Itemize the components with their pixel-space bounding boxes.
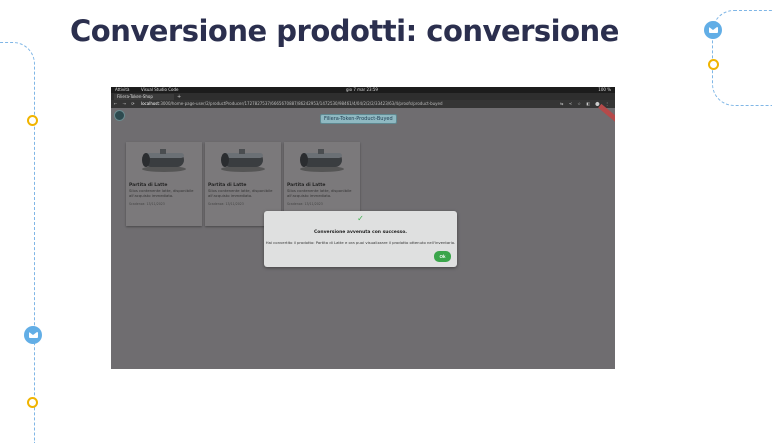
- app-logo-icon[interactable]: [114, 110, 125, 121]
- embedded-screenshot: Attività Visual Studio Code gio 7 mar 23…: [111, 87, 615, 369]
- ok-button[interactable]: Ok: [434, 251, 451, 262]
- left-dashed-line: [0, 42, 35, 443]
- ring-icon: [27, 397, 38, 408]
- slide-title: Conversione prodotti: conversione: [70, 14, 619, 48]
- card-description: Silos contenente latte, disponibile all'…: [208, 188, 273, 198]
- check-icon: ✓: [357, 214, 364, 223]
- app-viewport: Filiera-Token-Product-Buyed Partita di L…: [111, 103, 615, 369]
- silo-icon: [284, 142, 360, 178]
- product-card[interactable]: Partita di Latte Silos contenente latte,…: [126, 142, 202, 226]
- card-date: Scadenza: 13/11/2023: [208, 202, 244, 206]
- card-description: Silos contenente latte, disponibile all'…: [287, 188, 352, 198]
- url-field[interactable]: localhost:3000/home-page-user/2/productP…: [141, 100, 443, 108]
- url-path: :3000/home-page-user/2/productProducer/1…: [158, 101, 443, 106]
- browser-tab-bar: Filiera-Token-Shop +: [111, 93, 615, 100]
- mail-icon: [24, 326, 42, 344]
- card-date: Scadenza: 13/11/2023: [287, 202, 323, 206]
- url-host: localhost: [141, 101, 159, 106]
- silo-icon: [126, 142, 202, 178]
- success-dialog: ✓ Conversione avvenuta con successo. Hai…: [264, 211, 457, 267]
- ring-icon: [27, 115, 38, 126]
- app-header-title: Filiera-Token-Product-Buyed: [320, 114, 397, 124]
- right-dashed-line: [712, 10, 772, 106]
- card-description: Silos contenente latte, disponibile all'…: [129, 188, 194, 198]
- card-date: Scadenza: 13/11/2023: [129, 202, 165, 206]
- silo-icon: [205, 142, 281, 178]
- mail-icon: [704, 21, 722, 39]
- dialog-title: Conversione avvenuta con successo.: [313, 230, 407, 235]
- nav-arrows-icon[interactable]: ← → ⟳: [114, 100, 137, 108]
- browser-address-bar: ← → ⟳ localhost:3000/home-page-user/2/pr…: [111, 100, 615, 108]
- dialog-message: Hai convertito il prodotto: Partita di L…: [265, 240, 456, 245]
- ring-icon: [708, 59, 719, 70]
